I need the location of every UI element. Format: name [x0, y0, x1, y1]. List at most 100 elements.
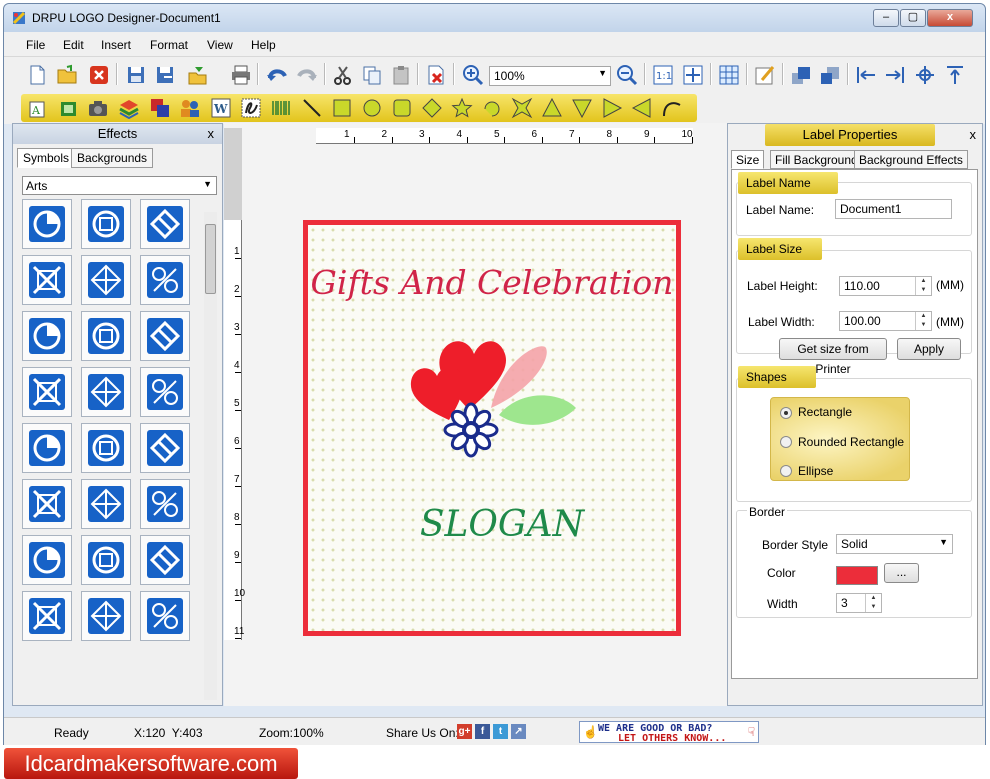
triangle-right-tool-icon[interactable] — [601, 97, 623, 119]
facebook-icon[interactable]: f — [475, 724, 490, 739]
symbol-tile[interactable] — [81, 423, 131, 473]
symbol-tile[interactable] — [81, 591, 131, 641]
symbol-tile[interactable] — [140, 423, 190, 473]
cut-icon[interactable] — [332, 64, 354, 86]
symbol-category-select[interactable]: Arts ▼ — [22, 176, 217, 195]
label-height-input[interactable]: 110.00 ▲ ▼ — [839, 276, 932, 296]
copy-icon[interactable] — [361, 64, 383, 86]
scrollbar-thumb[interactable] — [205, 224, 216, 294]
line-tool-icon[interactable] — [301, 97, 323, 119]
paste-icon[interactable] — [390, 64, 412, 86]
zoom-select[interactable]: 100% ▼ — [489, 66, 611, 86]
undo-icon[interactable] — [266, 64, 288, 86]
save-icon[interactable] — [125, 64, 147, 86]
spinner-arrows-icon[interactable]: ▲ ▼ — [865, 594, 881, 612]
send-to-back-icon[interactable] — [819, 64, 841, 86]
print-icon[interactable] — [230, 64, 252, 86]
layers-icon[interactable] — [118, 97, 140, 120]
radio-rectangle[interactable] — [780, 407, 792, 419]
feedback-banner[interactable]: WE ARE GOOD OR BAD? LET OTHERS KNOW... ☝… — [579, 721, 759, 744]
export-icon[interactable] — [187, 64, 209, 86]
symbol-tile[interactable] — [140, 479, 190, 529]
effects-scrollbar[interactable] — [204, 212, 217, 700]
open-folder-icon[interactable] — [56, 64, 78, 86]
choose-color-button[interactable]: ... — [884, 563, 919, 583]
apply-button[interactable]: Apply — [897, 338, 961, 360]
symbol-tile[interactable] — [22, 367, 72, 417]
ellipse-option-label[interactable]: Ellipse — [798, 464, 833, 478]
curve-tool-icon[interactable] — [661, 97, 683, 119]
text-tool-icon[interactable]: A — [27, 97, 49, 119]
rounded-rectangle-option-label[interactable]: Rounded Rectangle — [798, 435, 904, 449]
symbol-tile[interactable] — [22, 479, 72, 529]
redo-icon[interactable] — [296, 64, 318, 86]
bring-to-front-icon[interactable] — [790, 64, 812, 86]
triangle-left-tool-icon[interactable] — [631, 97, 653, 119]
label-card[interactable]: Gifts And Celebration SLOGAN — [303, 220, 681, 636]
spinner-arrows-icon[interactable]: ▲ ▼ — [915, 312, 931, 330]
design-canvas[interactable]: 1 2 3 4 5 6 7 8 9 10 1 2 3 4 5 6 7 8 9 10 11 Gifts And Cele… — [224, 123, 727, 706]
star-tool-icon[interactable] — [451, 97, 473, 119]
tab-backgrounds[interactable]: Backgrounds — [71, 148, 154, 168]
symbol-tile[interactable] — [22, 535, 72, 585]
fit-to-window-icon[interactable] — [682, 64, 704, 86]
get-size-from-printer-button[interactable]: Get size from Printer — [779, 338, 887, 376]
menu-format[interactable]: Format — [150, 38, 188, 52]
zoom-in-icon[interactable] — [462, 64, 484, 86]
border-color-swatch[interactable] — [836, 566, 878, 585]
flower-hearts-graphic[interactable] — [371, 320, 591, 470]
camera-icon[interactable] — [87, 97, 109, 119]
symbol-tile[interactable] — [81, 479, 131, 529]
ellipse-tool-icon[interactable] — [361, 97, 383, 119]
edit-properties-icon[interactable] — [754, 64, 776, 86]
tab-background-effects[interactable]: Background Effects — [854, 150, 968, 169]
rectangle-tool-icon[interactable] — [331, 97, 353, 119]
google-plus-icon[interactable]: g+ — [457, 724, 472, 739]
menu-insert[interactable]: Insert — [101, 38, 131, 52]
tab-symbols[interactable]: Symbols — [17, 148, 76, 168]
arc-tool-icon[interactable] — [481, 97, 503, 119]
barcode-icon[interactable] — [270, 97, 292, 119]
menu-file[interactable]: File — [26, 38, 45, 52]
symbol-tile[interactable] — [81, 255, 131, 305]
minimize-button[interactable]: – — [873, 9, 899, 27]
symbol-tile[interactable] — [140, 367, 190, 417]
users-icon[interactable] — [179, 97, 201, 119]
symbol-tile[interactable] — [22, 591, 72, 641]
symbol-tile[interactable] — [140, 311, 190, 361]
radio-rounded-rectangle[interactable] — [780, 436, 792, 448]
close-button[interactable]: x — [927, 9, 973, 27]
effects-panel-close-button[interactable]: x — [208, 124, 215, 144]
symbol-tile[interactable] — [81, 199, 131, 249]
label-name-input[interactable]: Document1 — [835, 199, 952, 219]
save-as-icon[interactable] — [154, 64, 176, 86]
symbol-tile[interactable] — [140, 255, 190, 305]
align-top-icon[interactable] — [944, 64, 966, 86]
label-properties-close-button[interactable]: x — [970, 127, 977, 142]
menu-help[interactable]: Help — [251, 38, 276, 52]
symbol-tile[interactable] — [22, 311, 72, 361]
symbol-tile[interactable] — [140, 535, 190, 585]
radio-ellipse[interactable] — [780, 465, 792, 477]
align-left-icon[interactable] — [855, 64, 877, 86]
menu-view[interactable]: View — [207, 38, 233, 52]
border-width-input[interactable]: 3 ▲ ▼ — [836, 593, 882, 613]
zoom-out-icon[interactable] — [616, 64, 638, 86]
grid-icon[interactable] — [718, 64, 740, 86]
word-art-icon[interactable]: W — [210, 97, 232, 119]
signature-icon[interactable] — [240, 97, 262, 119]
tab-size[interactable]: Size — [731, 150, 765, 169]
symbol-tile[interactable] — [81, 367, 131, 417]
close-document-icon[interactable] — [88, 64, 110, 86]
share-icon[interactable]: ↗ — [511, 724, 526, 739]
symbol-tile[interactable] — [140, 591, 190, 641]
shapes-library-icon[interactable] — [149, 97, 171, 119]
rectangle-option-label[interactable]: Rectangle — [798, 405, 852, 419]
triangle-up-tool-icon[interactable] — [541, 97, 563, 119]
image-tool-icon[interactable] — [58, 97, 80, 119]
center-icon[interactable] — [914, 64, 936, 86]
delete-icon[interactable] — [425, 64, 447, 86]
tab-fill-background[interactable]: Fill Background — [770, 150, 863, 169]
symbol-tile[interactable] — [81, 535, 131, 585]
diamond-tool-icon[interactable] — [421, 97, 443, 119]
